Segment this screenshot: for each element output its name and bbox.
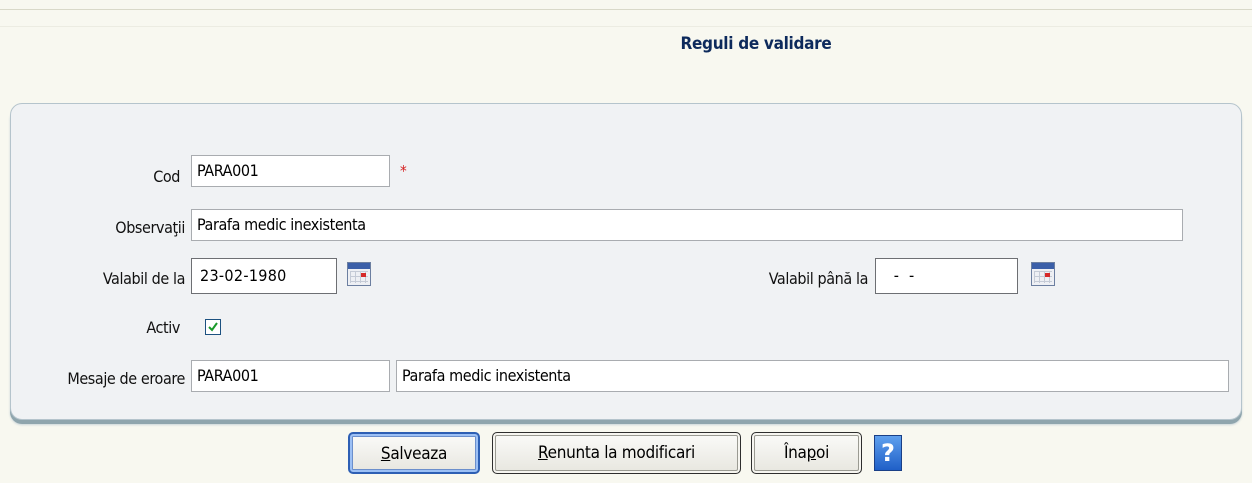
back-button-accesskey: p: [806, 443, 817, 463]
save-button[interactable]: Salveaza: [348, 432, 480, 474]
required-marker: *: [400, 162, 407, 180]
mesaje-text-input[interactable]: Parafa medic inexistenta: [396, 360, 1229, 392]
valabil-pana-la-input[interactable]: - -: [875, 258, 1018, 294]
top-divider: [0, 9, 1252, 10]
back-button-label-pre: Îna: [783, 443, 807, 463]
cod-input[interactable]: PARA001: [191, 155, 390, 187]
valabil-de-la-input[interactable]: 23-02-1980: [191, 258, 337, 294]
save-button-label: alveaza: [390, 444, 448, 464]
valabil-de-la-label: Valabil de la: [102, 269, 186, 288]
back-button-label-post: oi: [816, 443, 830, 463]
mesaje-code-input[interactable]: PARA001: [191, 360, 390, 392]
cancel-button-label: enunta la modificari: [547, 443, 696, 463]
calendar-icon[interactable]: [347, 262, 371, 286]
page-title: Reguli de validare: [680, 34, 832, 54]
save-button-accesskey: S: [380, 444, 391, 464]
cod-label: Cod: [153, 167, 180, 186]
activ-checkbox[interactable]: [205, 319, 221, 335]
checkmark-icon: [208, 322, 218, 332]
back-button[interactable]: Înapoi: [751, 432, 862, 474]
cancel-button[interactable]: Renunta la modificari: [492, 432, 741, 474]
activ-label: Activ: [146, 318, 180, 337]
help-icon[interactable]: ?: [874, 435, 902, 471]
top-divider-secondary: [0, 26, 1252, 27]
mesaje-label: Mesaje de eroare: [67, 369, 185, 388]
valabil-pana-la-label: Valabil până la: [768, 269, 869, 288]
calendar-icon[interactable]: [1031, 262, 1055, 286]
observatii-input[interactable]: Parafa medic inexistenta: [191, 209, 1183, 241]
observatii-label: Observaţii: [115, 218, 185, 237]
cancel-button-accesskey: R: [538, 443, 548, 463]
